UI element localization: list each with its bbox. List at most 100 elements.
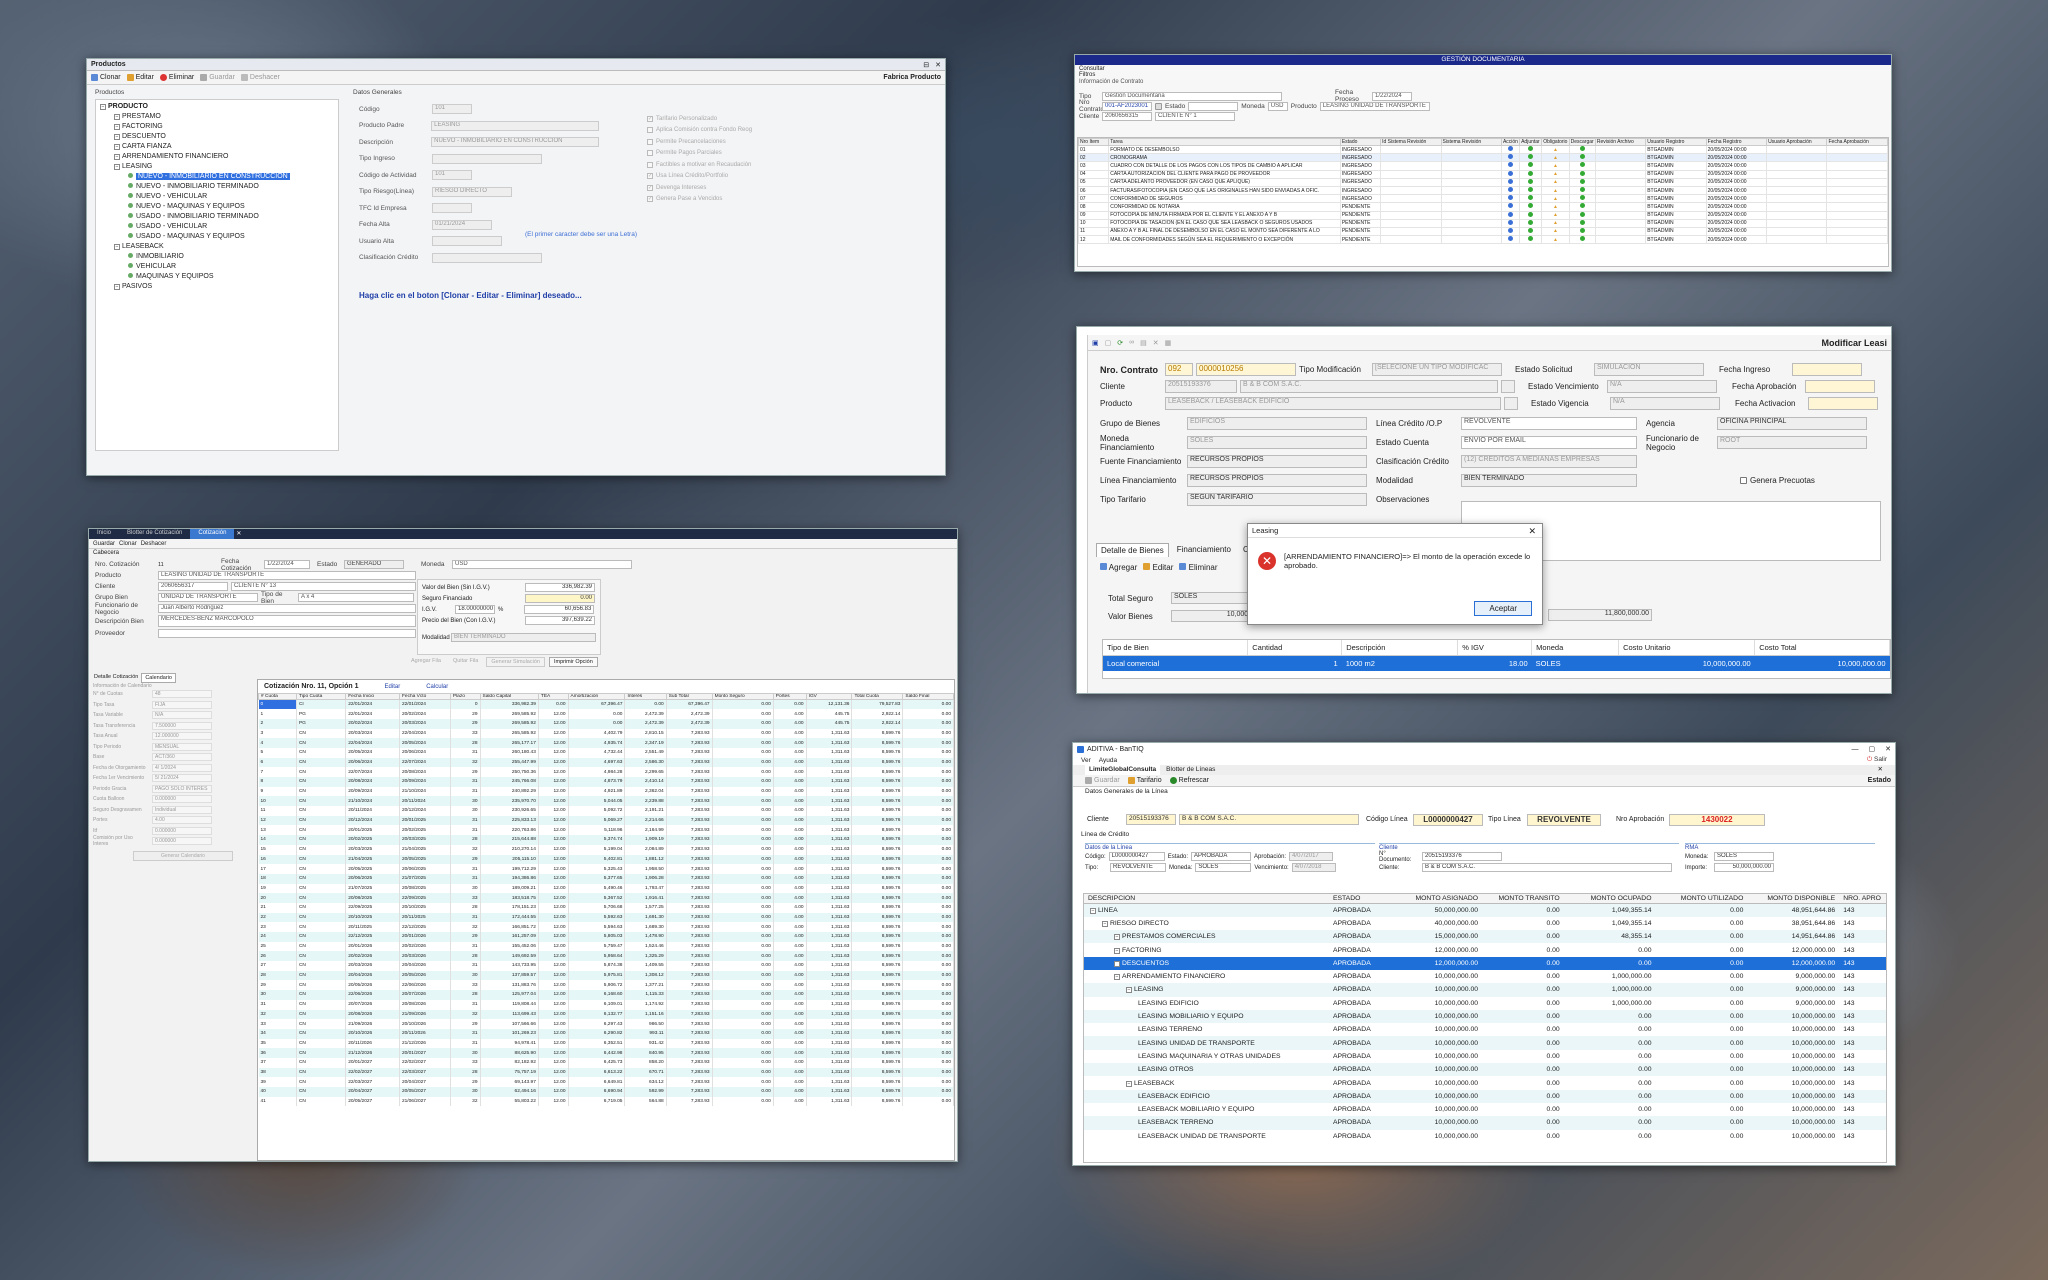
action-icon[interactable]: [1528, 162, 1534, 168]
fuente-select[interactable]: RECURSOS PROPIOS: [1187, 455, 1367, 468]
table-row[interactable]: 35 CN 20/11/2026 21/12/2026 31 94,978.41 12.00…: [258, 1038, 954, 1049]
table-row[interactable]: 20 CN 20/08/2025 22/09/2025 33 183,518.75 12.0…: [258, 893, 954, 903]
action-icon[interactable]: [1508, 203, 1514, 209]
option-checkbox[interactable]: ✓: [647, 173, 653, 180]
table-row[interactable]: 18 CN 20/06/2025 21/07/2025 31 194,386.86 12.0…: [258, 873, 954, 884]
option-checkbox[interactable]: ✓: [647, 184, 653, 191]
ayuda-menu[interactable]: Ayuda: [1099, 757, 1117, 764]
action-icon[interactable]: [1528, 220, 1534, 225]
tree-node[interactable]: USADO - MAQUINAS Y EQUIPOS: [98, 232, 336, 242]
table-row[interactable]: 37 CN 20/01/2027 22/02/2027 33 82,182.92 12.00…: [258, 1057, 954, 1068]
tree-node[interactable]: − PASIVOS: [98, 282, 336, 292]
editar-button[interactable]: Editar: [1143, 563, 1173, 572]
tab-close-icon[interactable]: ✕: [234, 529, 243, 539]
tab-calendario[interactable]: Calendario: [141, 673, 176, 683]
table-row[interactable]: 36 CN 21/12/2026 20/01/2027 30 88,625.90 12.00…: [258, 1048, 954, 1058]
table-row[interactable]: 8 CN 20/08/2024 20/09/2024 31 245,766.08 12.00…: [258, 777, 954, 787]
table-row[interactable]: 29 CN 20/05/2026 22/06/2026 33 131,883.76 12.0…: [258, 980, 954, 991]
table-row[interactable]: LEASEBACK UNIDAD DE TRANSPORTE APROBADA 10…: [1084, 1129, 1886, 1143]
agencia-field[interactable]: OFICINA PRINCIPAL: [1717, 417, 1867, 430]
expand-icon[interactable]: −: [1114, 974, 1120, 981]
table-row[interactable]: 21 CN 22/09/2025 20/10/2025 28 178,151.23 12.0…: [258, 902, 954, 913]
action-icon[interactable]: [1579, 195, 1585, 201]
nro-contrato-field[interactable]: 001-AF2023001: [1102, 101, 1152, 111]
cliente-id-field[interactable]: 20515193376: [1165, 380, 1237, 393]
table-row[interactable]: 13 CN 20/01/2025 20/02/2025 31 220,763.86 12.0…: [258, 825, 954, 836]
seguro-field[interactable]: 0.00: [525, 594, 595, 603]
tree-node[interactable]: NUEVO - MAQUINAS Y EQUIPOS: [98, 202, 336, 212]
tree-node[interactable]: − PRODUCTO: [98, 102, 336, 112]
igv-pct-field[interactable]: 18.00000000: [455, 605, 495, 614]
estado-field[interactable]: [1188, 101, 1239, 111]
table-row[interactable]: 3 CN 20/03/2024 22/04/2024 33 265,585.92 12.00…: [258, 728, 954, 739]
tree-node[interactable]: − CARTA FIANZA: [98, 142, 336, 152]
refrescar-button[interactable]: Refrescar: [1169, 777, 1209, 784]
table-row[interactable]: 10 CN 21/10/2024 20/11/2024 30 235,970.70 12.0…: [258, 796, 954, 807]
action-icon[interactable]: [1579, 187, 1585, 193]
option-checkbox[interactable]: [647, 150, 653, 157]
calendar-param-value[interactable]: 12.000000: [152, 732, 212, 741]
action-icon[interactable]: [1528, 212, 1534, 217]
tarifario-button[interactable]: Tarifario: [1127, 777, 1162, 784]
clonar-button[interactable]: Clonar: [91, 74, 121, 81]
deshacer-button[interactable]: Deshacer: [141, 541, 167, 547]
action-icon[interactable]: [1508, 171, 1514, 176]
calendar-param-value[interactable]: PAGO SOLO INTERES: [152, 784, 212, 793]
action-icon[interactable]: [1528, 171, 1534, 176]
field-input[interactable]: [432, 203, 472, 214]
table-row[interactable]: 02 CRONOGRAMA INGRESADO ▲ BTGADMIN 20/05/2024…: [1078, 153, 1888, 163]
action-icon[interactable]: [1528, 203, 1534, 209]
table-row[interactable]: 6 CN 20/06/2024 22/07/2024 32 255,447.99 12.00…: [258, 757, 954, 768]
eliminar-button[interactable]: Eliminar: [1179, 563, 1218, 572]
tab-cotizacion[interactable]: Cotización: [190, 529, 235, 539]
tree-node[interactable]: USADO - INMOBILIARIO TERMINADO: [98, 212, 336, 222]
expand-icon[interactable]: −: [1126, 1080, 1132, 1087]
filtros-menu[interactable]: Filtros: [1079, 72, 1887, 78]
table-row[interactable]: 26 CN 20/02/2026 20/03/2026 28 149,692.59 12.0…: [258, 951, 954, 962]
valor-bienes-field[interactable]: 10,000,0: [1171, 610, 1257, 622]
estado-cuenta-select[interactable]: ENVÍO POR EMAIL: [1461, 436, 1637, 449]
calendar-param-value[interactable]: FIJA: [152, 700, 212, 709]
field-input[interactable]: 101: [432, 104, 472, 115]
funcionario-field[interactable]: Juan Alberto Rodriguez: [158, 604, 416, 613]
action-icon[interactable]: [1579, 212, 1585, 217]
estado-ven-field[interactable]: N/A: [1607, 380, 1717, 393]
table-row[interactable]: 11 CN 20/11/2024 20/12/2024 30 230,926.65 12.0…: [258, 806, 954, 816]
linea-fin-select[interactable]: RECURSOS PROPIOS: [1187, 474, 1367, 487]
action-icon[interactable]: [1579, 228, 1585, 233]
table-row[interactable]: 28 CN 20/04/2026 20/05/2026 30 137,859.57 12.0…: [258, 970, 954, 981]
table-row[interactable]: 5 CN 20/05/2024 20/06/2024 31 260,180.43 12.00…: [258, 747, 954, 758]
minimize-icon[interactable]: —: [1852, 746, 1859, 753]
action-icon[interactable]: [1579, 171, 1585, 176]
table-row[interactable]: 2 PG 20/02/2024 20/03/2024 29 269,585.92 12.00…: [258, 718, 954, 729]
nro-contrato-a[interactable]: 092: [1165, 363, 1193, 376]
table-row[interactable]: 09 FOTOCOPIA DE MINUTA FIRMADA POR EL CLI…: [1078, 210, 1888, 220]
expand-icon[interactable]: −: [1126, 987, 1132, 994]
tab-blotter[interactable]: Blotter de Cotización: [119, 529, 190, 539]
calendar-param-value[interactable]: 4.00: [152, 816, 212, 825]
guardar-button[interactable]: Guardar: [200, 74, 235, 81]
field-input[interactable]: 01/21/2024: [432, 219, 492, 230]
tree-node[interactable]: VEHICULAR: [98, 262, 336, 272]
agregar-fila-button[interactable]: Agregar Fila: [407, 657, 445, 667]
tree-node[interactable]: NUEVO - INMOBILIARIO EN CONSTRUCCION: [98, 172, 336, 182]
moneda-fin-select[interactable]: SOLES: [1187, 436, 1367, 449]
table-row[interactable]: − ARRENDAMIENTO FINANCIERO APROBADA 10,000,…: [1084, 969, 1886, 984]
funcionario-field[interactable]: ROOT: [1717, 436, 1867, 449]
action-icon[interactable]: [1528, 179, 1534, 184]
field-input[interactable]: 101: [432, 170, 472, 181]
clasif-select[interactable]: (12) CREDITOS A MEDIANAS EMPRESAS: [1461, 455, 1637, 468]
field-input[interactable]: [432, 236, 502, 247]
tarifario-select[interactable]: SEGÚN TARIFARIO: [1187, 493, 1367, 506]
table-row[interactable]: LEASEBACK TERRENO APROBADA 10,000,000.00 0.…: [1084, 1116, 1886, 1130]
tab-limite-global[interactable]: LimiteGlobalConsulta: [1085, 765, 1161, 775]
table-row[interactable]: 03 CUADRO CON DETALLE DE LOS PAGOS CON LO…: [1078, 161, 1888, 171]
table-row[interactable]: 22 CN 20/10/2025 20/11/2025 31 172,444.55 12.0…: [258, 912, 954, 923]
search-icon[interactable]: [1155, 102, 1162, 110]
modalidad-select[interactable]: BIEN TERMINADO: [1461, 474, 1637, 487]
option-checkbox[interactable]: ✓: [647, 115, 653, 122]
eliminar-button[interactable]: Eliminar: [159, 74, 194, 81]
estado-vig-field[interactable]: N/A: [1610, 397, 1720, 410]
action-icon[interactable]: [1579, 203, 1585, 209]
table-row[interactable]: 23 CN 20/11/2025 22/12/2025 32 166,851.72 12.0…: [258, 922, 954, 932]
